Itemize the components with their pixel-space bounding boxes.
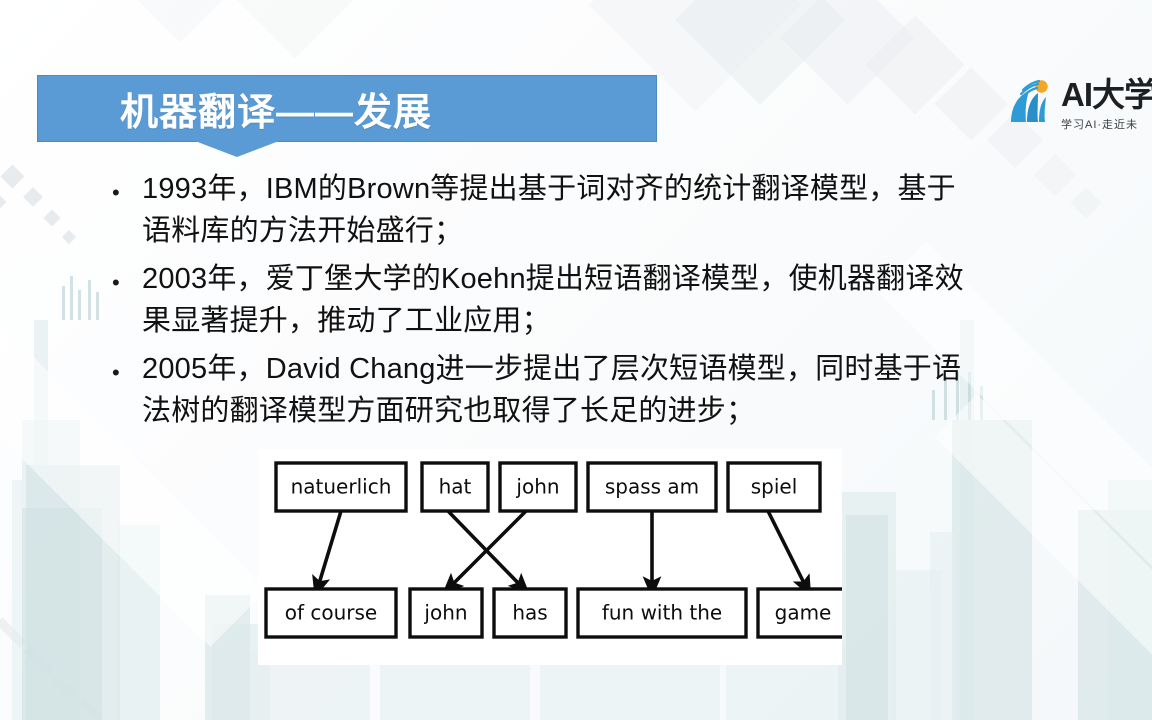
antenna-shape — [70, 276, 73, 320]
phrase-alignment-diagram: natuerlich hat john spass am spiel of course… — [258, 449, 842, 665]
chevron-shape — [231, 0, 359, 59]
source-phrase-label: hat — [439, 475, 472, 499]
antenna-shape — [78, 290, 81, 320]
chevron-shape — [675, 0, 845, 105]
target-phrase-box: john — [408, 587, 484, 639]
list-item-text: 2003年，爱丁堡大学的Koehn提出短语翻译模型，使机器翻译效果显著提升，推动… — [142, 263, 964, 337]
chevron-shape — [1033, 153, 1077, 197]
diamond-shape — [0, 193, 7, 211]
slide-canvas: 机器翻译——发展 AI大学 学习AI·走近未 • 1993年，IBM的Brown… — [0, 0, 1152, 720]
alignment-arrow — [312, 510, 343, 599]
building-shape — [930, 532, 956, 720]
target-phrase-row: of course john has fun with the game — [264, 587, 842, 639]
building-shape — [952, 420, 1032, 720]
slide-title-banner: 机器翻译——发展 — [37, 75, 657, 142]
building-shape — [118, 525, 160, 720]
alignment-arrow-group — [312, 509, 812, 599]
building-shape — [380, 664, 530, 720]
list-item: • 2003年，爱丁堡大学的Koehn提出短语翻译模型，使机器翻译效果显著提升，… — [112, 258, 972, 342]
source-phrase-label: natuerlich — [291, 475, 392, 499]
logo-tagline: 学习AI·走近未 — [1061, 119, 1139, 131]
chevron-shape — [137, 0, 223, 43]
target-phrase-box: game — [756, 587, 842, 639]
logo-wordmark: AI大学 学习AI·走近未 — [1061, 78, 1152, 132]
alignment-arrow — [766, 510, 812, 598]
dash-shape — [51, 674, 79, 703]
source-phrase-box: john — [498, 461, 578, 513]
source-phrase-row: natuerlich hat john spass am spiel — [274, 461, 822, 513]
building-shape — [22, 420, 80, 720]
brand-logo: AI大学 学习AI·走近未 — [1005, 78, 1152, 132]
target-phrase-label: has — [512, 601, 547, 625]
dash-shape — [78, 697, 104, 720]
source-phrase-box: spiel — [726, 461, 822, 513]
antenna-shape — [980, 386, 983, 420]
chevron-shape — [780, 0, 915, 105]
target-phrase-label: game — [775, 601, 832, 625]
list-item: • 1993年，IBM的Brown等提出基于词对齐的统计翻译模型，基于语料库的方… — [112, 168, 972, 252]
building-shape — [205, 595, 250, 720]
building-shape — [34, 320, 48, 720]
page-title: 机器翻译——发展 — [120, 92, 433, 134]
ai-bird-logo-icon — [1005, 78, 1057, 126]
building-shape — [26, 465, 120, 720]
source-phrase-label: spiel — [751, 475, 798, 499]
target-phrase-box: fun with the — [576, 587, 748, 639]
diamond-shape — [0, 164, 25, 189]
source-phrase-box: natuerlich — [274, 461, 408, 513]
building-shape — [1078, 510, 1152, 720]
building-shape — [22, 508, 102, 720]
bullet-marker-icon: • — [112, 180, 120, 205]
target-phrase-box: of course — [264, 587, 398, 639]
building-shape — [540, 658, 720, 720]
target-phrase-label: of course — [285, 601, 378, 625]
diamond-shape — [61, 229, 77, 245]
target-phrase-label: fun with the — [602, 601, 722, 625]
target-phrase-box: has — [492, 587, 568, 639]
diamond-shape — [43, 209, 61, 227]
bullet-marker-icon: • — [112, 360, 120, 385]
building-shape — [846, 515, 888, 720]
building-shape — [838, 492, 896, 720]
logo-name: AI大学 — [1061, 76, 1152, 113]
bullet-list: • 1993年，IBM的Brown等提出基于词对齐的统计翻译模型，基于语料库的方… — [112, 168, 972, 438]
chevron-shape — [865, 15, 965, 115]
source-phrase-box: hat — [420, 461, 490, 513]
list-item: • 2005年，David Chang进一步提出了层次短语模型，同时基于语法树的… — [112, 348, 972, 432]
source-phrase-label: spass am — [605, 475, 699, 499]
list-item-text: 1993年，IBM的Brown等提出基于词对齐的统计翻译模型，基于语料库的方法开… — [142, 173, 956, 247]
dash-shape — [0, 617, 27, 648]
chevron-shape — [1070, 187, 1102, 219]
antenna-shape — [96, 292, 99, 320]
antenna-shape — [62, 286, 65, 320]
dash-shape — [23, 645, 55, 676]
target-phrase-label: john — [423, 601, 467, 625]
list-item-text: 2005年，David Chang进一步提出了层次短语模型，同时基于语法树的翻译… — [142, 353, 962, 427]
source-phrase-box: spass am — [586, 461, 718, 513]
title-banner-notch — [195, 141, 279, 157]
building-shape — [12, 480, 22, 720]
diamond-shape — [23, 187, 43, 207]
antenna-shape — [88, 280, 91, 320]
bullet-marker-icon: • — [112, 270, 120, 295]
building-shape — [1108, 480, 1152, 720]
light-band — [934, 394, 1152, 706]
chevron-shape — [934, 67, 1008, 141]
source-phrase-label: john — [515, 475, 559, 499]
building-shape — [890, 570, 942, 720]
